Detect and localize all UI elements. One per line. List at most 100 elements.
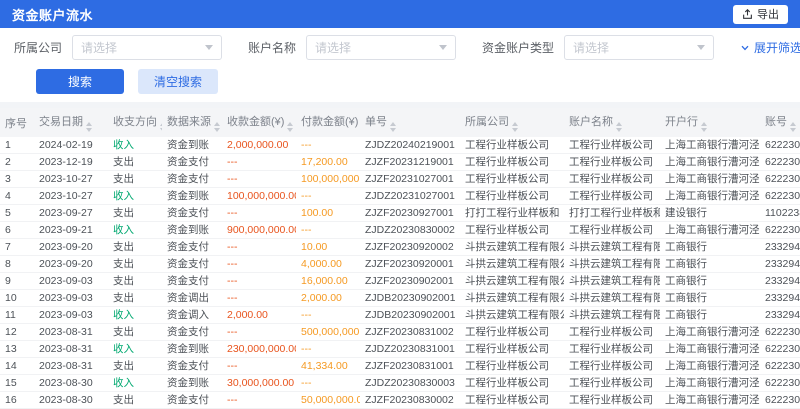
cell-date: 2023-09-03 bbox=[34, 290, 108, 307]
cell-order-no: ZJZF20230927001 bbox=[360, 205, 460, 222]
sort-icon[interactable] bbox=[701, 122, 707, 132]
cell-direction: 收入 bbox=[108, 137, 162, 154]
column-order-no[interactable]: 单号 bbox=[360, 108, 460, 137]
table-row[interactable]: 22023-12-19支出资金支付---17,200.00ZJZF2023121… bbox=[0, 154, 800, 171]
cell-direction: 支出 bbox=[108, 273, 162, 290]
table-row[interactable]: 82023-09-20支出资金支付---4,000.00ZJZF20230920… bbox=[0, 256, 800, 273]
export-icon bbox=[742, 9, 753, 20]
cell-account-no: 23329499 bbox=[760, 273, 800, 290]
cell-date: 2023-08-30 bbox=[34, 392, 108, 409]
cell-received-amount: --- bbox=[222, 324, 296, 341]
cell-index: 13 bbox=[0, 341, 34, 358]
search-button[interactable]: 搜索 bbox=[36, 69, 124, 94]
cell-bank: 工商银行 bbox=[660, 239, 760, 256]
cell-received-amount: --- bbox=[222, 358, 296, 375]
expand-filter-label: 展开筛选 bbox=[754, 39, 800, 56]
cell-direction: 支出 bbox=[108, 205, 162, 222]
cell-received-amount: --- bbox=[222, 205, 296, 222]
table-row[interactable]: 122023-08-31支出资金支付---500,000,000.00ZJZF2… bbox=[0, 324, 800, 341]
sort-icon[interactable] bbox=[287, 122, 293, 132]
clear-search-button[interactable]: 清空搜索 bbox=[138, 69, 218, 94]
cell-bank: 工商银行 bbox=[660, 256, 760, 273]
cell-index: 11 bbox=[0, 307, 34, 324]
sort-icon[interactable] bbox=[160, 122, 162, 132]
sort-icon[interactable] bbox=[790, 122, 796, 132]
column-account-no[interactable]: 账号 bbox=[760, 108, 800, 137]
filter-select-account-name[interactable]: 请选择 bbox=[306, 35, 456, 60]
cell-source: 资金调出 bbox=[162, 290, 222, 307]
sort-icon[interactable] bbox=[86, 122, 92, 132]
cell-order-no: ZJDZ20231027001 bbox=[360, 188, 460, 205]
table-row[interactable]: 142023-08-31支出资金支付---41,334.00ZJZF202308… bbox=[0, 358, 800, 375]
table-row[interactable]: 132023-08-31收入资金到账230,000,000.00---ZJDZ2… bbox=[0, 341, 800, 358]
cell-received-amount: 2,000.00 bbox=[222, 307, 296, 324]
table-row[interactable]: 112023-09-03收入资金调入2,000.00---ZJDB2023090… bbox=[0, 307, 800, 324]
sort-icon[interactable] bbox=[512, 122, 518, 132]
column-paid[interactable]: 付款金额(¥) bbox=[296, 108, 360, 137]
select-placeholder: 请选择 bbox=[315, 39, 351, 56]
cell-account-no: 23329499 bbox=[760, 290, 800, 307]
table-row[interactable]: 62023-09-21收入资金到账900,000,000.00---ZJDZ20… bbox=[0, 222, 800, 239]
table-row[interactable]: 152023-08-30收入资金到账30,000,000.00---ZJDZ20… bbox=[0, 375, 800, 392]
column-company[interactable]: 所属公司 bbox=[460, 108, 564, 137]
cell-company: 工程行业样板公司 bbox=[460, 341, 564, 358]
cell-order-no: ZJZF20230831001 bbox=[360, 358, 460, 375]
cell-company: 斗拱云建筑工程有限公司 bbox=[460, 290, 564, 307]
cell-bank: 上海工商银行漕河泾支行 bbox=[660, 137, 760, 154]
table-row[interactable]: 12024-02-19收入资金到账2,000,000.00---ZJDZ2024… bbox=[0, 137, 800, 154]
table-row[interactable]: 52023-09-27支出资金支付---100.00ZJZF2023092700… bbox=[0, 205, 800, 222]
cell-account-no: 62223011 bbox=[760, 392, 800, 409]
cell-received-amount: 30,000,000.00 bbox=[222, 375, 296, 392]
cell-date: 2023-09-20 bbox=[34, 239, 108, 256]
table-row[interactable]: 92023-09-03支出资金支付---16,000.00ZJZF2023090… bbox=[0, 273, 800, 290]
cell-source: 资金支付 bbox=[162, 324, 222, 341]
cell-date: 2023-08-30 bbox=[34, 375, 108, 392]
cell-received-amount: --- bbox=[222, 256, 296, 273]
cell-paid-amount: --- bbox=[296, 137, 360, 154]
cell-account-name: 斗拱云建筑工程有限公司 bbox=[564, 290, 660, 307]
column-account-name[interactable]: 账户名称 bbox=[564, 108, 660, 137]
filter-panel: 所属公司请选择账户名称请选择资金账户类型请选择 展开筛选 搜索 清空搜索 bbox=[0, 28, 800, 102]
column-source[interactable]: 数据来源 bbox=[162, 108, 222, 137]
table-row[interactable]: 72023-09-20支出资金支付---10.00ZJZF20230920002… bbox=[0, 239, 800, 256]
sort-icon[interactable] bbox=[616, 122, 622, 132]
cell-bank: 上海工商银行漕河泾支行 bbox=[660, 358, 760, 375]
cell-company: 工程行业样板公司 bbox=[460, 392, 564, 409]
column-label: 收支方向 bbox=[113, 116, 157, 128]
cell-account-name: 工程行业样板公司 bbox=[564, 324, 660, 341]
cell-received-amount: --- bbox=[222, 273, 296, 290]
table-row[interactable]: 42023-10-27收入资金到账100,000,000.00---ZJDZ20… bbox=[0, 188, 800, 205]
cell-company: 工程行业样板公司 bbox=[460, 358, 564, 375]
column-direction[interactable]: 收支方向 bbox=[108, 108, 162, 137]
cell-paid-amount: --- bbox=[296, 188, 360, 205]
cell-received-amount: --- bbox=[222, 290, 296, 307]
cell-order-no: ZJDZ20240219001 bbox=[360, 137, 460, 154]
chevron-down-icon bbox=[439, 45, 447, 50]
table-row[interactable]: 162023-08-30支出资金支付---50,000,000.00ZJZF20… bbox=[0, 392, 800, 409]
column-received[interactable]: 收款金额(¥) bbox=[222, 108, 296, 137]
column-bank[interactable]: 开户行 bbox=[660, 108, 760, 137]
export-button-label: 导出 bbox=[757, 6, 779, 22]
sort-icon[interactable] bbox=[390, 122, 396, 132]
sort-icon[interactable] bbox=[214, 122, 220, 132]
cell-company: 斗拱云建筑工程有限公司 bbox=[460, 273, 564, 290]
cell-direction: 收入 bbox=[108, 341, 162, 358]
cell-account-name: 斗拱云建筑工程有限公司 bbox=[564, 239, 660, 256]
table-row[interactable]: 102023-09-03支出资金调出---2,000.00ZJDB2023090… bbox=[0, 290, 800, 307]
cell-account-no: 62223011 bbox=[760, 358, 800, 375]
column-date[interactable]: 交易日期 bbox=[34, 108, 108, 137]
cell-paid-amount: --- bbox=[296, 307, 360, 324]
cell-date: 2023-10-27 bbox=[34, 188, 108, 205]
expand-filter-link[interactable]: 展开筛选 bbox=[740, 39, 800, 56]
cell-index: 12 bbox=[0, 324, 34, 341]
cell-direction: 收入 bbox=[108, 222, 162, 239]
table-row[interactable]: 32023-10-27支出资金支付---100,000,000.00ZJZF20… bbox=[0, 171, 800, 188]
cell-bank: 上海工商银行漕河泾支行 bbox=[660, 392, 760, 409]
cell-direction: 支出 bbox=[108, 154, 162, 171]
cell-bank: 上海工商银行漕河泾支行 bbox=[660, 341, 760, 358]
filter-select-account-type[interactable]: 请选择 bbox=[564, 35, 714, 60]
filter-select-company[interactable]: 请选择 bbox=[72, 35, 222, 60]
table-body: 12024-02-19收入资金到账2,000,000.00---ZJDZ2024… bbox=[0, 137, 800, 409]
column-label: 交易日期 bbox=[39, 116, 83, 128]
export-button[interactable]: 导出 bbox=[733, 5, 788, 24]
